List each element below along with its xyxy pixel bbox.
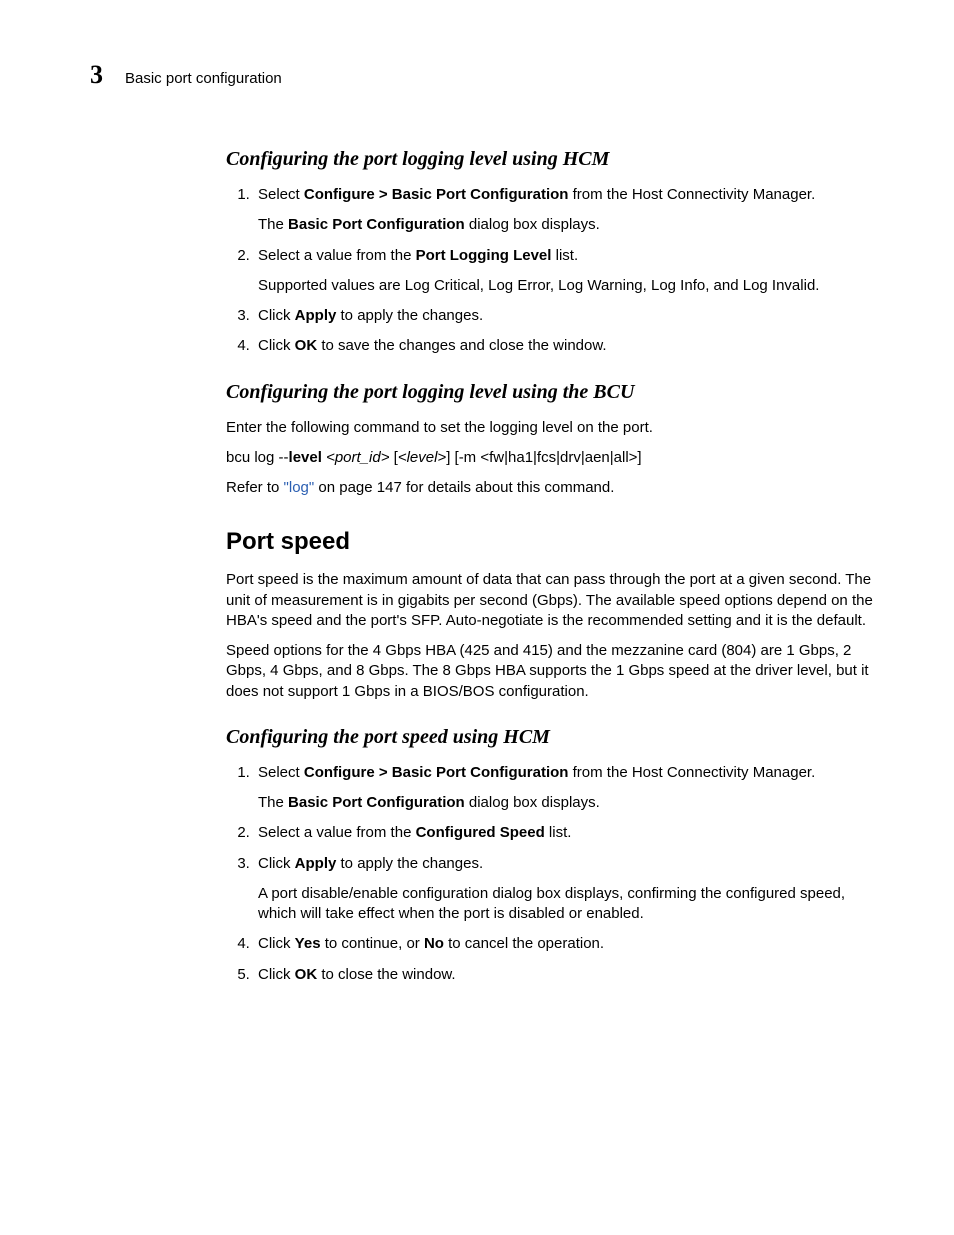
step-sub: The Basic Port Configuration dialog box … bbox=[258, 793, 874, 813]
paragraph: Refer to "log" on page 147 for details a… bbox=[226, 478, 874, 498]
page-header: 3 Basic port configuration bbox=[90, 60, 874, 90]
step-text: Select a value from the Port Logging Lev… bbox=[258, 247, 578, 264]
step-text: Select Configure > Basic Port Configurat… bbox=[258, 186, 815, 203]
steps-port-speed-hcm: Select Configure > Basic Port Configurat… bbox=[226, 763, 874, 985]
list-item: Select a value from the Port Logging Lev… bbox=[254, 246, 874, 297]
paragraph: Enter the following command to set the l… bbox=[226, 418, 874, 438]
list-item: Select Configure > Basic Port Configurat… bbox=[254, 185, 874, 236]
page: 3 Basic port configuration Configuring t… bbox=[0, 0, 954, 1075]
step-text: Click Apply to apply the changes. bbox=[258, 855, 483, 872]
command-line: bcu log --level <port_id> [<level>] [-m … bbox=[226, 448, 874, 468]
step-sub: The Basic Port Configuration dialog box … bbox=[258, 215, 874, 235]
heading-logging-bcu: Configuring the port logging level using… bbox=[226, 381, 874, 404]
list-item: Click Apply to apply the changes. A port… bbox=[254, 854, 874, 925]
step-text: Select a value from the Configured Speed… bbox=[258, 824, 571, 841]
heading-logging-hcm: Configuring the port logging level using… bbox=[226, 148, 874, 171]
link-log[interactable]: "log" bbox=[284, 479, 315, 496]
step-text: Select Configure > Basic Port Configurat… bbox=[258, 764, 815, 781]
heading-port-speed-hcm: Configuring the port speed using HCM bbox=[226, 726, 874, 749]
chapter-title: Basic port configuration bbox=[125, 70, 282, 87]
list-item: Click OK to close the window. bbox=[254, 965, 874, 985]
steps-logging-hcm: Select Configure > Basic Port Configurat… bbox=[226, 185, 874, 357]
list-item: Click Apply to apply the changes. bbox=[254, 306, 874, 326]
step-text: Click OK to close the window. bbox=[258, 966, 456, 983]
step-sub: Supported values are Log Critical, Log E… bbox=[258, 276, 874, 296]
step-text: Click Yes to continue, or No to cancel t… bbox=[258, 935, 604, 952]
list-item: Select a value from the Configured Speed… bbox=[254, 823, 874, 843]
page-content: Configuring the port logging level using… bbox=[226, 148, 874, 985]
paragraph: Speed options for the 4 Gbps HBA (425 an… bbox=[226, 641, 874, 702]
step-text: Click Apply to apply the changes. bbox=[258, 307, 483, 324]
paragraph: Port speed is the maximum amount of data… bbox=[226, 570, 874, 631]
list-item: Select Configure > Basic Port Configurat… bbox=[254, 763, 874, 814]
chapter-number: 3 bbox=[90, 60, 103, 90]
list-item: Click OK to save the changes and close t… bbox=[254, 336, 874, 356]
heading-port-speed: Port speed bbox=[226, 528, 874, 556]
step-sub: A port disable/enable configuration dial… bbox=[258, 884, 874, 925]
list-item: Click Yes to continue, or No to cancel t… bbox=[254, 934, 874, 954]
step-text: Click OK to save the changes and close t… bbox=[258, 337, 607, 354]
